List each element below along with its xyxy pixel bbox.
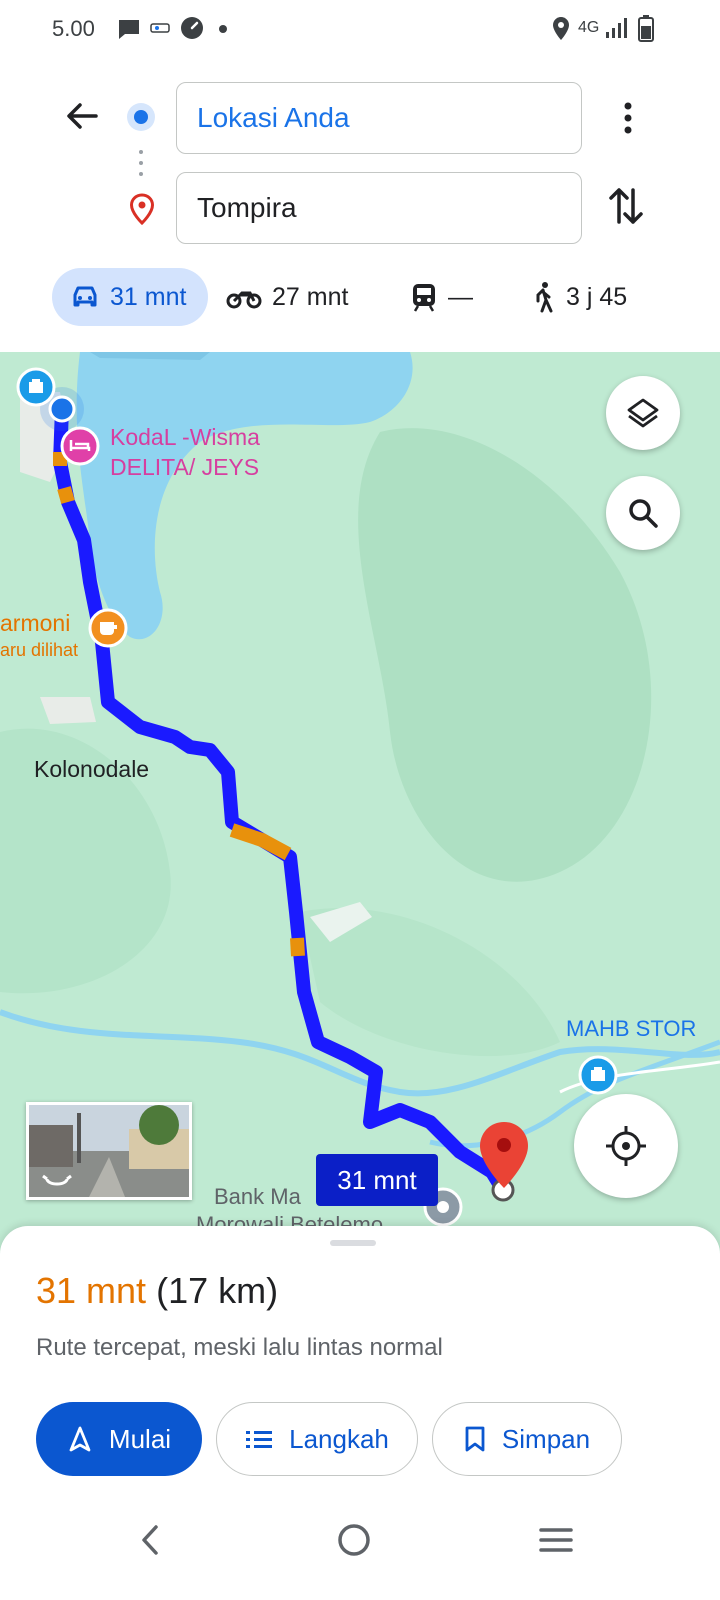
bookmark-icon [465,1426,485,1452]
hotel-poi-icon[interactable] [60,426,100,466]
message-icon [119,20,139,39]
more-options-icon[interactable] [608,96,648,140]
steps-label: Langkah [289,1423,389,1454]
route-dots-icon [139,150,143,176]
mode-walk-time: 3 j 45 [566,282,628,311]
walk-icon [536,282,553,313]
river [429,1039,720,1149]
motorcycle-icon [226,291,262,309]
route-slow-segment [229,823,292,861]
town-label[interactable]: Kolonodale [34,756,149,783]
route-summary: 31 mnt (17 km) [36,1270,278,1312]
swap-icon[interactable] [604,182,648,230]
store-label[interactable]: MAHB STOR [566,1016,696,1042]
destination-marker-icon[interactable] [480,1122,528,1188]
nav-back-button[interactable] [120,1510,180,1570]
search-icon [629,499,658,528]
status-time: 5.00 [52,16,95,41]
route-duration: 31 mnt [36,1270,147,1311]
my-location-dot[interactable] [48,395,76,423]
town-area [40,697,96,724]
map-view[interactable]: KodaL -Wisma DELITA/ JEYS armoni aru dil… [0,352,720,1257]
drag-handle[interactable] [330,1240,376,1246]
back-arrow-icon[interactable] [58,92,106,140]
speedometer-icon [181,17,203,39]
app-icon [150,23,170,33]
status-bar: 5.00 4G [0,0,720,60]
layers-icon [627,398,659,428]
battery-icon [638,15,654,42]
origin-dot-icon [127,103,155,131]
cafe-sublabel: aru dilihat [0,640,79,660]
hotel-label[interactable]: KodaL -Wisma DELITA/ JEYS [110,422,260,482]
train-icon [413,284,435,312]
navigation-arrow-icon [69,1426,91,1452]
car-icon [73,286,97,307]
mode-motorcycle-time: 27 mnt [272,282,349,311]
destination-input[interactable]: Tompira [176,172,582,244]
route-distance: (17 km) [156,1270,279,1311]
list-icon [246,1431,273,1448]
start-navigation-button[interactable]: Mulai [36,1402,202,1476]
network-type: 4G [578,19,600,36]
destination-marker-center [497,1138,511,1152]
search-along-route-button[interactable] [606,476,680,550]
terrain-patch [358,428,652,882]
my-location-button[interactable] [574,1094,678,1198]
crosshair-icon [606,1126,646,1166]
nav-home-icon [338,1524,370,1556]
bank-glyph [437,1201,449,1213]
start-label: Mulai [108,1423,172,1454]
save-label: Simpan [501,1423,591,1454]
mode-transit-time: — [448,282,473,311]
nav-back-icon [142,1525,158,1555]
route-description: Rute tercepat, meski lalu lintas normal [36,1334,443,1361]
location-icon [553,17,569,40]
mode-motorcycle-tab[interactable]: 27 mnt [226,268,348,326]
origin-input[interactable]: Lokasi Anda [176,82,582,154]
nav-home-button[interactable] [324,1510,384,1570]
mode-car-tab[interactable]: 31 mnt [52,268,208,326]
dot-icon [219,25,227,33]
cafe-label[interactable]: armoni [0,610,70,637]
mode-transit-tab[interactable]: — [410,268,473,326]
route-duration-bubble[interactable]: 31 mnt [316,1154,438,1206]
system-nav-bar [0,1500,720,1600]
mode-car-time: 31 mnt [110,282,187,311]
street-view-thumbnail[interactable] [26,1102,192,1200]
street-view-image [29,1105,189,1197]
bank-label[interactable]: Bank Ma [214,1184,301,1210]
route-slow-segment [290,937,305,957]
destination-pin-icon [129,193,155,225]
nav-recents-button[interactable] [526,1510,586,1570]
mode-walk-tab[interactable]: 3 j 45 [530,268,627,326]
nav-menu-icon [539,1528,573,1552]
save-route-button[interactable]: Simpan [432,1402,622,1476]
steps-button[interactable]: Langkah [216,1402,418,1476]
route-slow-segment [57,486,75,504]
layers-button[interactable] [606,376,680,450]
signal-icon [606,18,627,38]
